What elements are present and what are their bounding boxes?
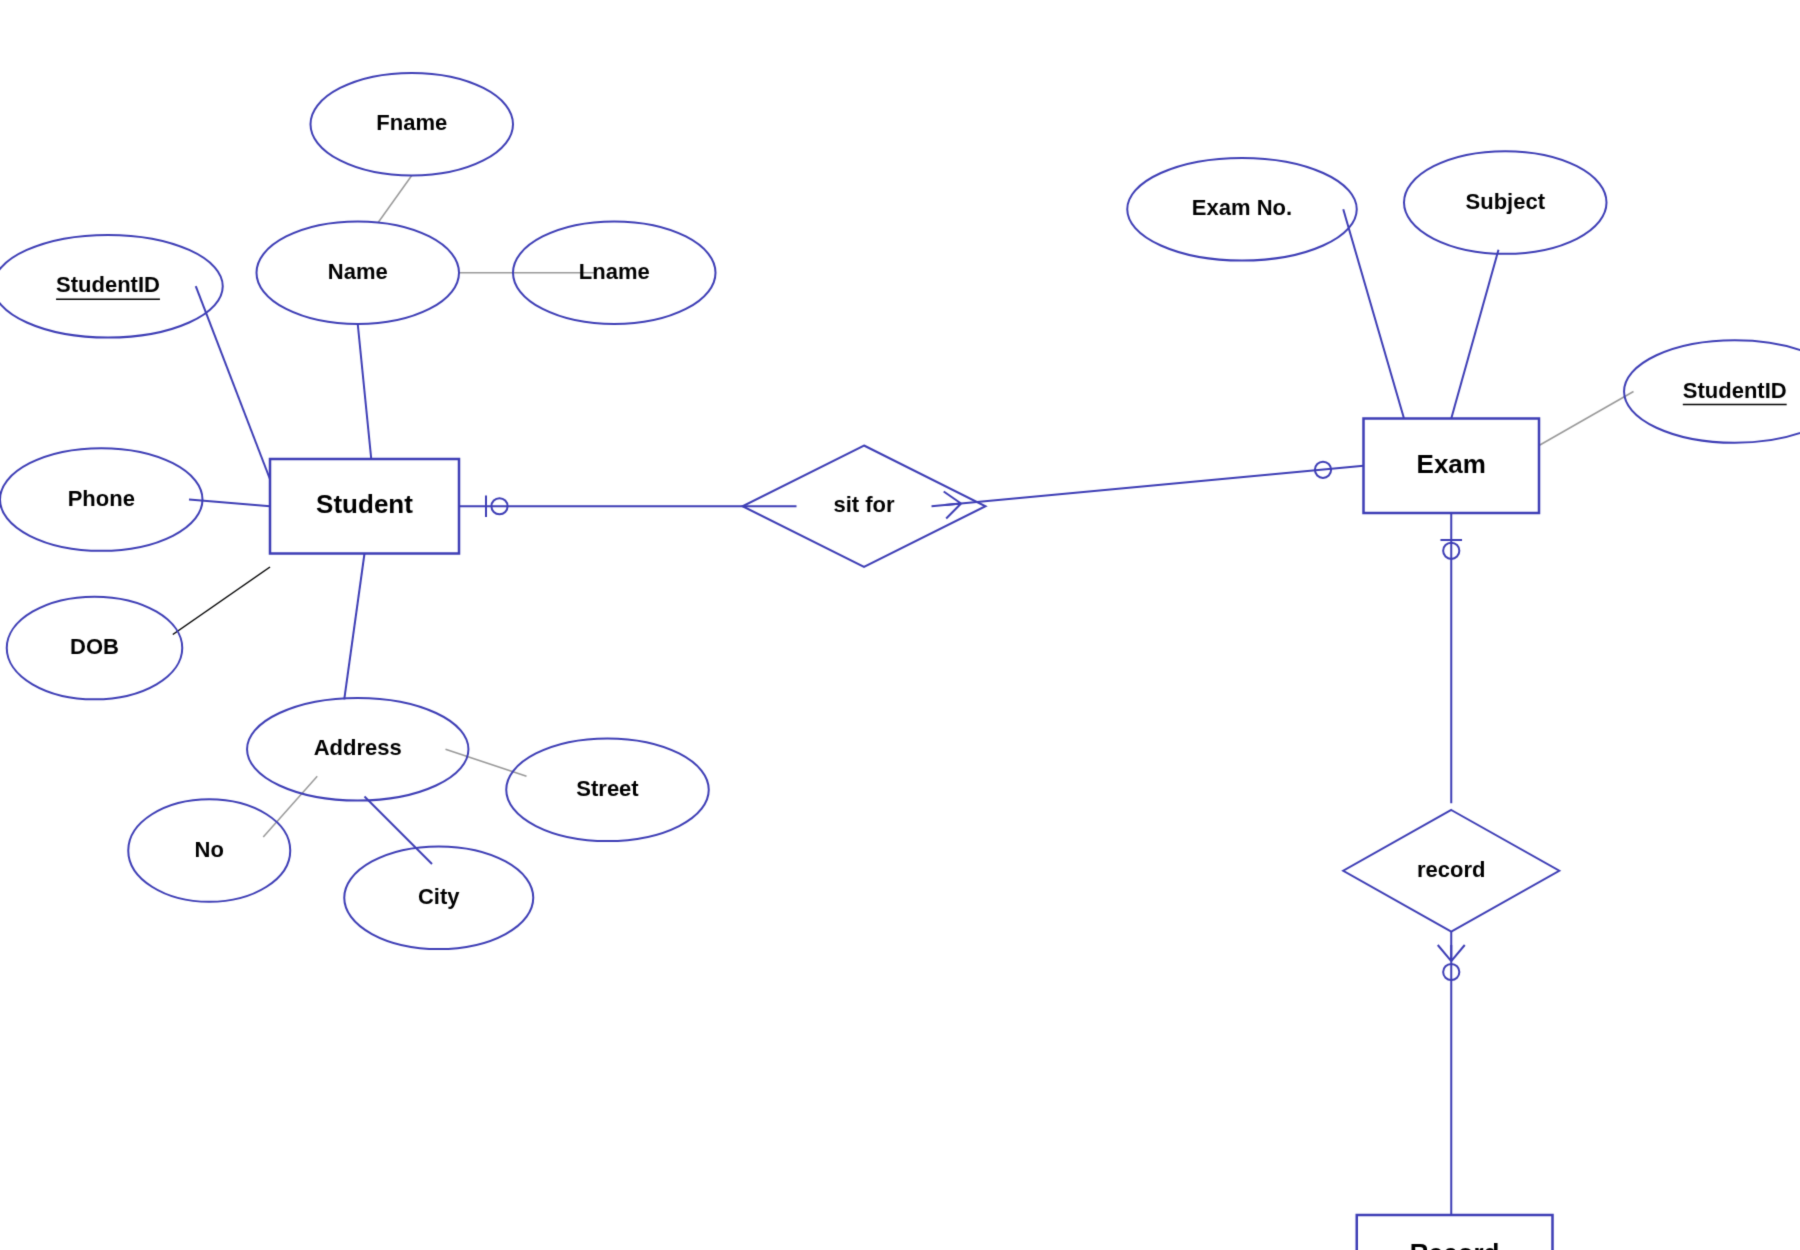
er-diagram bbox=[0, 0, 1800, 1250]
